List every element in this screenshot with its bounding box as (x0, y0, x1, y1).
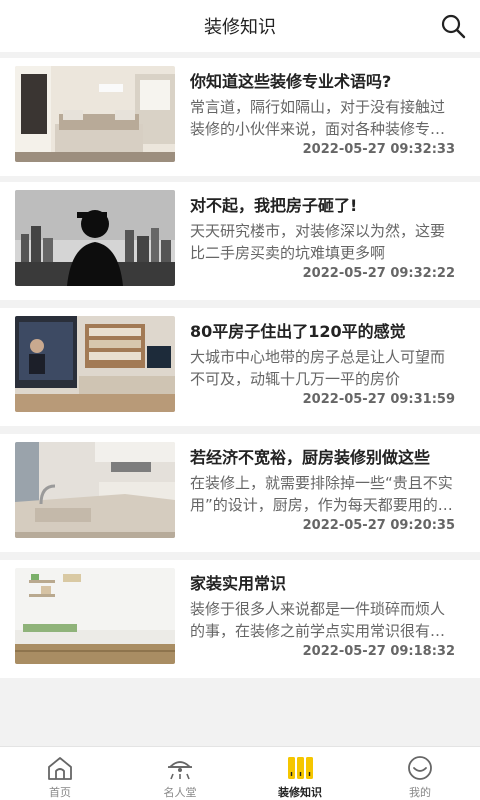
article-thumbnail (15, 66, 175, 162)
article-description: 大城市中心地带的房子总是让人可望而不可及，动辄十几万一平的房价 (190, 348, 446, 388)
article-description: 天天研究楼市，对装修深以为然，这要比二手房买卖的坑难填更多啊 (190, 222, 446, 262)
white-wall-photo (15, 568, 175, 664)
article-card[interactable]: 你知道这些装修专业术语吗? 常言道，隔行如隔山，对于没有接触过装修的小伙伴来说，… (0, 58, 480, 176)
bottom-tab-bar: 首页 名人堂 装修知识 我的 (0, 746, 480, 800)
tab-mine[interactable]: 我的 (360, 747, 480, 800)
search-icon[interactable] (440, 13, 466, 39)
article-card[interactable]: 家装实用常识 装修于很多人来说都是一件琐碎而烦人的事，在装修之前学点实用常识很有… (0, 560, 480, 678)
header: 装修知识 (0, 0, 480, 52)
article-card[interactable]: 80平房子住出了120平的感觉 大城市中心地带的房子总是让人可望而不可及，动辄十… (0, 308, 480, 426)
tab-label: 我的 (409, 786, 431, 799)
article-description: 常言道，隔行如隔山，对于没有接触过装修的小伙伴来说，面对各种装修专业术语 (190, 98, 446, 138)
tab-renovation-knowledge[interactable]: 装修知识 (240, 747, 360, 800)
article-title: 你知道这些装修专业术语吗? (190, 72, 392, 91)
tab-label: 名人堂 (163, 786, 197, 799)
bedroom-photo (15, 66, 175, 162)
city-silhouette-photo (15, 190, 175, 286)
article-title: 家装实用常识 (190, 574, 287, 593)
article-card[interactable]: 若经济不宽裕，厨房装修别做这些 在装修上，就需要排除掉一些“贵且不实用”的设计，… (0, 434, 480, 552)
renovation-knowledge-icon (288, 757, 313, 779)
article-date: 2022-05-27 09:32:22 (302, 266, 455, 281)
hall-of-fame-icon (167, 761, 193, 780)
article-thumbnail (15, 190, 175, 286)
article-thumbnail (15, 568, 175, 664)
tab-home[interactable]: 首页 (0, 747, 120, 800)
smiley-icon (408, 756, 432, 780)
kitchen-photo (15, 442, 175, 538)
article-title: 80平房子住出了120平的感觉 (190, 322, 406, 341)
article-date: 2022-05-27 09:18:32 (302, 644, 455, 659)
tab-label: 装修知识 (278, 786, 322, 799)
article-title: 对不起，我把房子砸了! (190, 196, 358, 215)
page-title: 装修知识 (204, 17, 276, 38)
article-date: 2022-05-27 09:31:59 (302, 392, 455, 407)
article-description: 在装修上，就需要排除掉一些“贵且不实用”的设计，厨房，作为每天都要用的地方 (190, 474, 453, 514)
tab-label: 首页 (49, 786, 71, 799)
article-date: 2022-05-27 09:32:33 (302, 142, 455, 157)
home-icon (48, 757, 72, 780)
article-card[interactable]: 对不起，我把房子砸了! 天天研究楼市，对装修深以为然，这要比二手房买卖的坑难填更… (0, 182, 480, 300)
article-title: 若经济不宽裕，厨房装修别做这些 (190, 448, 431, 467)
tab-hall-of-fame[interactable]: 名人堂 (120, 747, 240, 800)
article-description: 装修于很多人来说都是一件琐碎而烦人的事，在装修之前学点实用常识很有必要 (190, 600, 446, 640)
article-thumbnail (15, 316, 175, 412)
article-thumbnail (15, 442, 175, 538)
article-date: 2022-05-27 09:20:35 (302, 518, 455, 533)
living-room-photo (15, 316, 175, 412)
